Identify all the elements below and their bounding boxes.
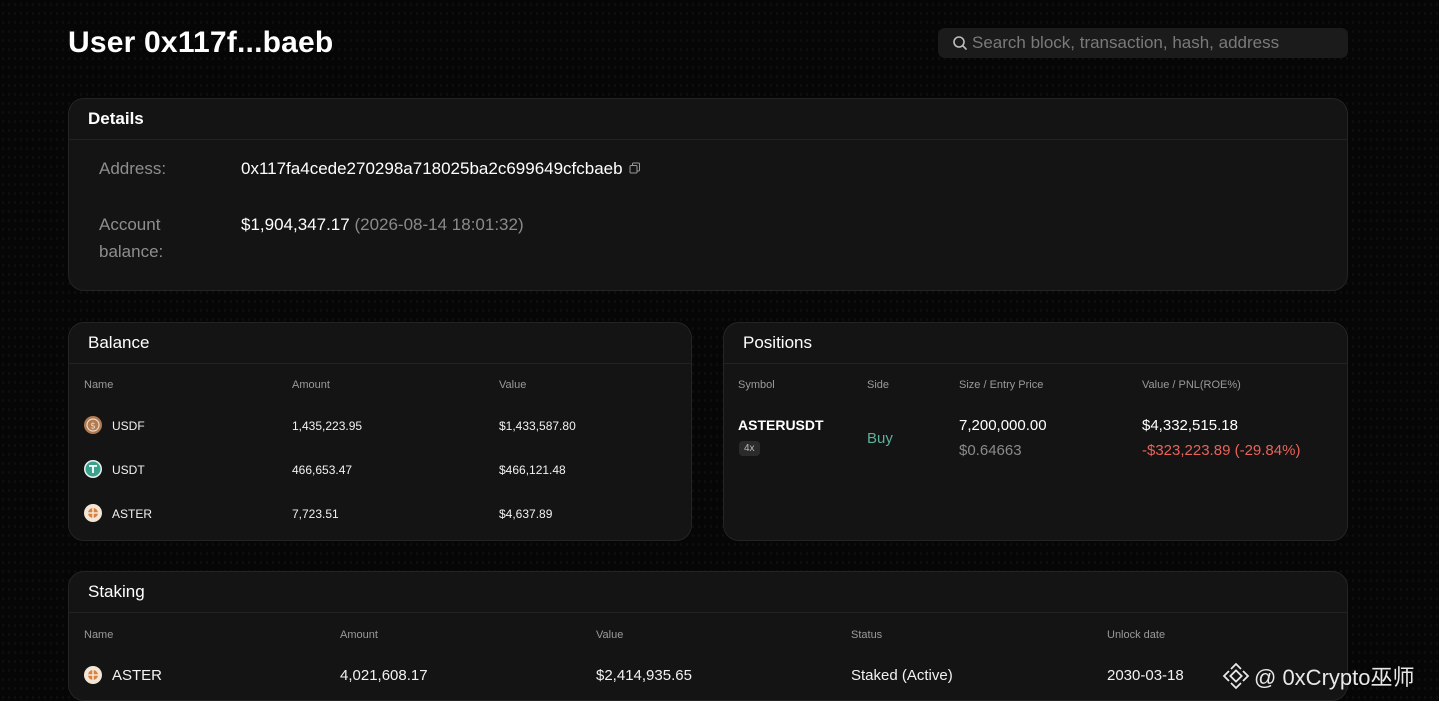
aster-coin-icon <box>84 504 102 522</box>
staking-col-status: Status <box>851 629 883 641</box>
aster-coin-icon <box>84 666 102 684</box>
account-balance: $1,904,347.17 (2026-08-14 18:01:32) <box>241 211 524 238</box>
search-input[interactable] <box>972 33 1332 53</box>
position-pnl: -$323,223.89 (-29.84%) <box>1142 442 1301 459</box>
search-bar[interactable] <box>938 28 1348 58</box>
balance-title: Balance <box>69 323 691 364</box>
balance-card: Balance Name Amount Value $ USDF 1,435,2… <box>68 322 692 541</box>
details-title: Details <box>69 99 1347 140</box>
positions-title: Positions <box>724 323 1347 364</box>
balance-label-line2: balance: <box>99 242 164 261</box>
balance-col-value: Value <box>499 379 527 391</box>
balance-name: USDF <box>112 419 145 433</box>
address-value[interactable]: 0x117fa4cede270298a718025ba2c699649cfcba… <box>241 159 623 178</box>
staking-card: Staking Name Amount Value Status Unlock … <box>68 571 1348 701</box>
balance-name: ASTER <box>112 507 153 521</box>
balance-col-amount: Amount <box>292 379 330 391</box>
balance-value: $1,433,587.80 <box>499 419 576 433</box>
staking-col-amount: Amount <box>340 629 378 641</box>
balance-name: USDT <box>112 463 145 477</box>
staking-name: ASTER <box>112 667 163 684</box>
balance-amount: 1,435,223.95 <box>292 419 363 433</box>
balance-col-name: Name <box>84 379 114 391</box>
balance-amount: 466,653.47 <box>292 463 353 477</box>
staking-amount: 4,021,608.17 <box>340 667 428 684</box>
search-icon <box>953 36 967 50</box>
staking-value: $2,414,935.65 <box>596 667 692 684</box>
position-symbol[interactable]: ASTERUSDT <box>738 417 824 433</box>
staking-col-unlock: Unlock date <box>1107 629 1166 641</box>
staking-status: Staked (Active) <box>851 667 953 684</box>
balance-amount: 7,723.51 <box>292 507 339 521</box>
account-balance-value: $1,904,347.17 <box>241 215 350 234</box>
position-side: Buy <box>867 430 893 447</box>
staking-title: Staking <box>69 572 1347 613</box>
position-entry-price: $0.64663 <box>959 442 1022 459</box>
address-row: 0x117fa4cede270298a718025ba2c699649cfcba… <box>241 155 641 182</box>
staking-col-name: Name <box>84 629 114 641</box>
details-card: Details Address: 0x117fa4cede270298a7180… <box>68 98 1348 291</box>
usdf-coin-icon: $ <box>84 416 102 434</box>
leverage-badge: 4x <box>739 441 760 456</box>
copy-icon[interactable] <box>629 155 641 182</box>
position-size: 7,200,000.00 <box>959 417 1047 434</box>
watermark: @ 0xCrypto巫师 <box>1222 660 1414 692</box>
positions-col-value: Value / PNL(ROE%) <box>1142 379 1241 391</box>
svg-text:$: $ <box>90 421 96 431</box>
staking-col-value: Value <box>596 629 624 641</box>
positions-card: Positions Symbol Side Size / Entry Price… <box>723 322 1348 541</box>
position-value: $4,332,515.18 <box>1142 417 1238 434</box>
balance-value: $4,637.89 <box>499 507 553 521</box>
positions-col-size: Size / Entry Price <box>959 379 1044 391</box>
address-label: Address: <box>99 159 167 178</box>
binance-logo-icon <box>1222 662 1250 690</box>
watermark-text: @ 0xCrypto巫师 <box>1254 665 1415 690</box>
positions-col-symbol: Symbol <box>738 379 775 391</box>
usdt-coin-icon <box>84 460 102 478</box>
balance-label-line1: Account <box>99 215 161 234</box>
positions-col-side: Side <box>867 379 890 391</box>
staking-unlock-date: 2030-03-18 <box>1107 667 1184 684</box>
page-title: User 0x117f...baeb <box>68 26 334 59</box>
balance-value: $466,121.48 <box>499 463 566 477</box>
account-balance-time: (2026-08-14 18:01:32) <box>354 215 524 234</box>
